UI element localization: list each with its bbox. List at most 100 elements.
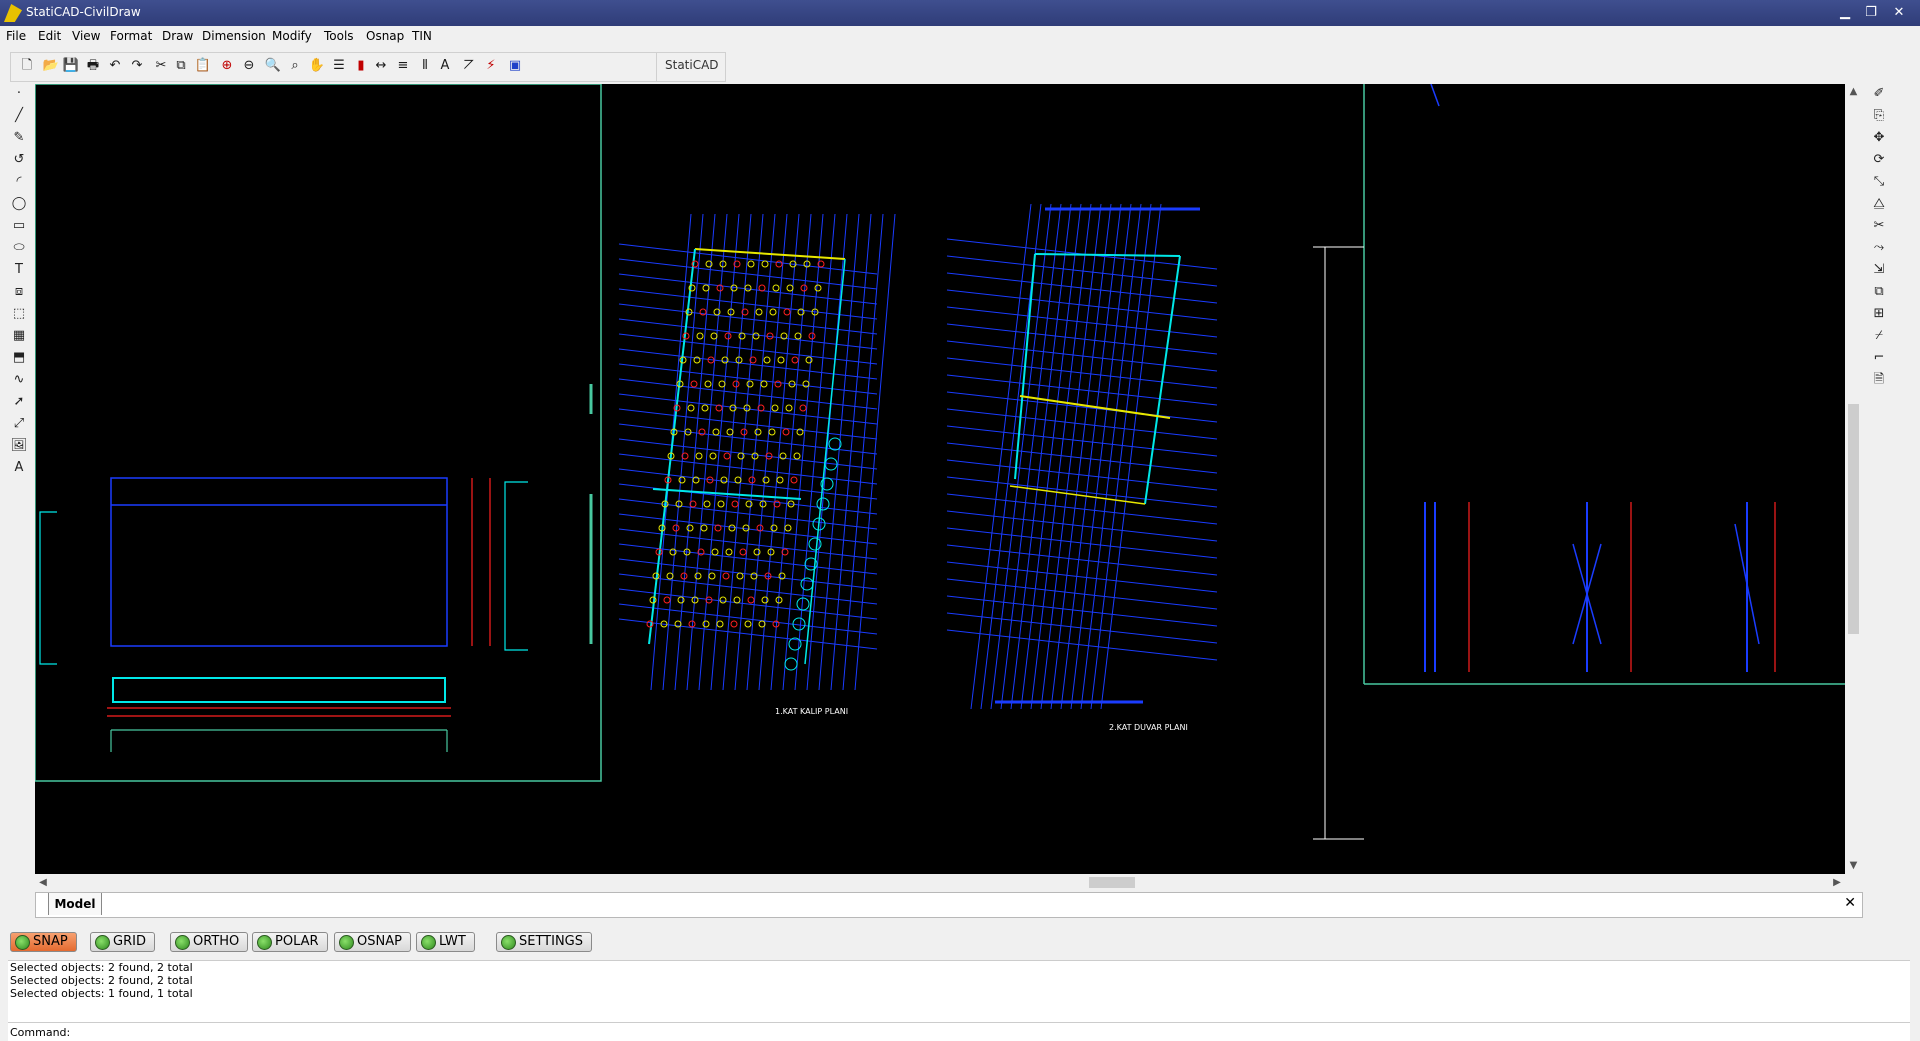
minimize-button[interactable]: ▁: [1834, 3, 1856, 23]
print-icon[interactable]: 🖶: [83, 56, 103, 76]
scroll-left-icon[interactable]: ◀: [35, 874, 51, 891]
move-tool-icon[interactable]: ✥: [1869, 128, 1889, 148]
rectangle-tool-icon[interactable]: ▭: [9, 216, 29, 236]
horizontal-scrollbar[interactable]: ◀ ▶: [35, 874, 1845, 891]
properties-tool-icon[interactable]: 🗎: [1869, 370, 1889, 390]
region-tool-icon[interactable]: ⬒: [9, 348, 29, 368]
array-tool-icon[interactable]: ⊞: [1869, 304, 1889, 324]
menu-edit[interactable]: Edit: [36, 29, 63, 43]
new-file-icon[interactable]: 🗋: [17, 56, 37, 76]
scroll-right-icon[interactable]: ▶: [1829, 874, 1845, 891]
pan-icon[interactable]: ✋: [307, 56, 327, 76]
ortho-toggle-button[interactable]: ORTHO: [170, 932, 249, 952]
cut-icon[interactable]: ✂: [151, 56, 171, 76]
settings-toggle-button[interactable]: SETTINGS: [496, 932, 593, 952]
grid-toggle-label: GRID: [113, 934, 146, 949]
spline-tool-icon[interactable]: ∿: [9, 370, 29, 390]
columns-icon[interactable]: ⫴: [415, 56, 435, 76]
menu-view[interactable]: View: [70, 29, 102, 43]
xline-tool-icon[interactable]: ⤢: [9, 414, 29, 434]
osnap-toggle-button[interactable]: OSNAP: [334, 932, 411, 952]
settings-toggle-label: SETTINGS: [519, 934, 584, 949]
text-style-icon[interactable]: A: [435, 56, 455, 76]
dimension-linear-icon[interactable]: ↔: [371, 56, 391, 76]
copy-icon[interactable]: ⧉: [171, 56, 191, 76]
erase-tool-icon[interactable]: ✐: [1869, 84, 1889, 104]
hatch-tool-icon[interactable]: ▦: [9, 326, 29, 346]
layers-icon[interactable]: ☰: [329, 56, 349, 76]
insert-block-icon[interactable]: ⬚: [9, 304, 29, 324]
point-tool-icon[interactable]: ·: [9, 84, 29, 104]
menu-osnap[interactable]: Osnap: [364, 29, 406, 43]
paste-icon[interactable]: 📋: [193, 56, 213, 76]
break-tool-icon[interactable]: ⌿: [1869, 326, 1889, 346]
color-bars-icon[interactable]: ▮: [351, 56, 371, 76]
measure-icon[interactable]: ⦢: [459, 56, 479, 76]
floor-plan-2: [946, 203, 1218, 710]
command-history-line: Selected objects: 2 found, 2 total: [10, 961, 193, 974]
text-tool-icon[interactable]: T: [9, 260, 29, 280]
beam-elevation: [112, 677, 446, 703]
snap-toggle-button[interactable]: SNAP: [10, 932, 77, 952]
mirror-tool-icon[interactable]: ⧋: [1869, 194, 1889, 214]
staticad-toolbar-label[interactable]: StatiCAD: [665, 58, 719, 72]
menu-format[interactable]: Format: [108, 29, 154, 43]
title-bar: StatiCAD-CivilDraw ▁ ❐ ✕: [0, 0, 1920, 26]
menu-tools[interactable]: Tools: [322, 29, 356, 43]
purge-icon[interactable]: ⚡: [481, 56, 501, 76]
menu-modify[interactable]: Modify: [270, 29, 314, 43]
tab-model[interactable]: Model: [48, 893, 102, 915]
redo-icon[interactable]: ↷: [127, 56, 147, 76]
rotate-object-icon[interactable]: ⟳: [1869, 150, 1889, 170]
menu-draw[interactable]: Draw: [160, 29, 195, 43]
fillet-tool-icon[interactable]: ⌐: [1869, 348, 1889, 368]
save-icon[interactable]: 💾: [61, 56, 81, 76]
horizontal-scroll-thumb[interactable]: [1089, 877, 1135, 888]
scroll-down-icon[interactable]: ▼: [1845, 858, 1862, 874]
offset-tool-icon[interactable]: ⧉: [1869, 282, 1889, 302]
trim-tool-icon[interactable]: ✂: [1869, 216, 1889, 236]
arc-tool-icon[interactable]: ◜: [9, 172, 29, 192]
image-tool-icon[interactable]: 🖼: [9, 436, 29, 456]
scale-tool-icon[interactable]: ⤡: [1869, 172, 1889, 192]
zoom-extents-icon[interactable]: ⌕: [285, 56, 305, 76]
polar-toggle-button[interactable]: POLAR: [252, 932, 328, 952]
zoom-window-icon[interactable]: 🔍: [263, 56, 283, 76]
menu-file[interactable]: File: [4, 29, 28, 43]
close-tab-icon[interactable]: ✕: [1844, 895, 1856, 911]
command-input[interactable]: [70, 1024, 1894, 1040]
ellipse-tool-icon[interactable]: ⬭: [9, 238, 29, 258]
circle-tool-icon[interactable]: ◯: [9, 194, 29, 214]
command-history-line: Selected objects: 1 found, 1 total: [10, 987, 193, 1000]
app-logo-icon: [4, 4, 22, 22]
command-history: Selected objects: 2 found, 2 total Select…: [8, 960, 1910, 1023]
undo-icon[interactable]: ↶: [105, 56, 125, 76]
plan-2-title: 2.KAT DUVAR PLANI: [1109, 723, 1188, 732]
staticad-toolbar: StatiCAD: [656, 52, 726, 82]
scroll-up-icon[interactable]: ▲: [1845, 84, 1862, 100]
zoom-in-icon[interactable]: ⊕: [217, 56, 237, 76]
stretch-tool-icon[interactable]: ⇲: [1869, 260, 1889, 280]
copy-object-icon[interactable]: ⎘: [1869, 106, 1889, 126]
block-tool-icon[interactable]: ⧈: [9, 282, 29, 302]
drawing-canvas[interactable]: 1.KAT KALIP PLANI 2.KAT DUVAR PLANI: [35, 84, 1845, 874]
menu-dimension[interactable]: Dimension: [200, 29, 268, 43]
rotate-tool-icon[interactable]: ↺: [9, 150, 29, 170]
polyline-tool-icon[interactable]: ✎: [9, 128, 29, 148]
restore-button[interactable]: ❐: [1860, 3, 1882, 23]
statics-module-icon[interactable]: ▣: [505, 56, 525, 76]
multiline-text-icon[interactable]: A: [9, 458, 29, 478]
hatch-icon[interactable]: ≡: [393, 56, 413, 76]
lwt-toggle-button[interactable]: LWT: [416, 932, 475, 952]
right-section-sheet: [1313, 84, 1845, 840]
open-folder-icon[interactable]: 📂: [41, 56, 61, 76]
vertical-scrollbar[interactable]: ▲ ▼: [1845, 84, 1862, 874]
zoom-out-icon[interactable]: ⊖: [239, 56, 259, 76]
grid-toggle-button[interactable]: GRID: [90, 932, 155, 952]
ray-tool-icon[interactable]: ➚: [9, 392, 29, 412]
menu-tin[interactable]: TIN: [410, 29, 434, 43]
line-tool-icon[interactable]: ╱: [9, 106, 29, 126]
vertical-scroll-thumb[interactable]: [1848, 404, 1859, 634]
close-window-button[interactable]: ✕: [1888, 3, 1910, 23]
extend-tool-icon[interactable]: ⤳: [1869, 238, 1889, 258]
